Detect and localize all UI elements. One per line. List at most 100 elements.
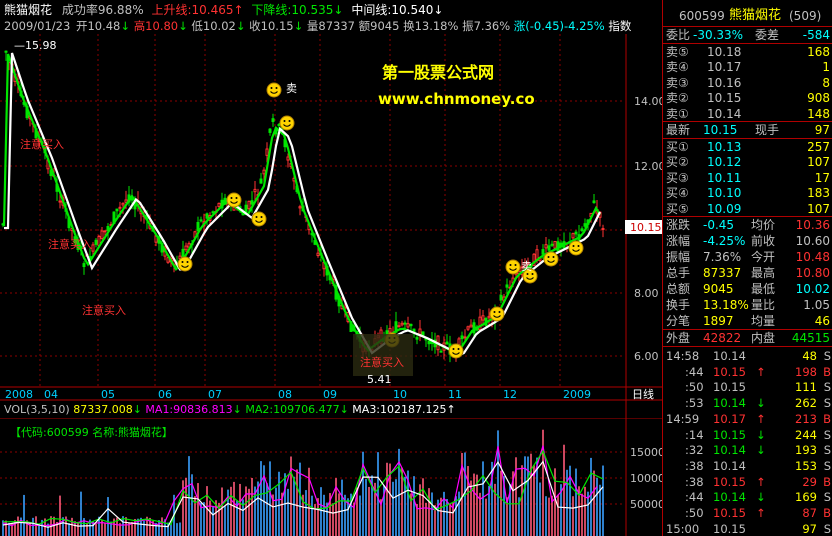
waipan-row: 外盘 42822 内盘 44515 [663,330,832,346]
time-axis-label: 2009 [563,388,591,401]
waipan-value: 42822 [703,331,742,345]
order-label: 买⑤ [666,201,689,216]
smiley-icon [279,115,295,131]
header-amount: 额9045 [358,19,400,33]
candle-body [571,233,575,239]
time-axis-label: 08 [278,388,292,401]
down-arrow-icon: ↓ [232,403,242,416]
smiley-icon [226,192,242,208]
candle-body [460,335,464,340]
stat-row: 分笔 1897 均量 46 [663,313,832,329]
vol-value: 87337.008 [73,403,133,416]
time-axis-label: 06 [158,388,172,401]
tick-volume: 169 [795,490,817,505]
candle-body [196,221,200,232]
candle-body [541,249,545,255]
tick-price: 10.15 [713,364,746,379]
candle-body [247,200,251,210]
price-axis-label: 14.00 [634,95,662,108]
vol-code-line: 【代码:600599 名称:熊猫烟花】 [10,425,173,439]
tick-time: :32 [685,443,704,458]
candle-body [400,322,404,326]
down-arrow-icon: ↓ [433,3,444,17]
tick-row: 15:00 10.15 97 S [663,521,832,536]
down-arrow-icon: ↓ [756,443,766,458]
xianshou-label: 现手 [755,123,780,137]
candle-body [103,230,107,233]
candle-body [481,315,485,321]
period-button[interactable]: 日线 [632,387,654,401]
volume-chart[interactable]: 【代码:600599 名称:熊猫烟花】 150000 100000 50000 [0,418,662,536]
tick-time: :53 [685,396,704,411]
down-arrow-icon: ↓ [132,403,142,416]
stat-label: 前收 [751,234,776,248]
upper-line-value: 上升线:10.465 [151,3,234,17]
tick-side: S [823,443,831,458]
tick-side: S [823,396,831,411]
stat-row: 总手 87337 最高 10.80 [663,265,832,281]
smiley-icon [505,259,521,275]
order-price: 10.15 [707,91,742,106]
tick-price: 10.15 [713,427,746,442]
candle-body [124,199,128,203]
high-marker: —15.98 [14,39,57,52]
tick-row: :44 10.15 ↑ 198 B [663,364,832,380]
tick-row: :44 10.14 ↓ 169 S [663,489,832,505]
order-volume: 8 [822,75,830,90]
low-marker: 5.41 [367,373,392,386]
tick-volume: 244 [795,427,817,442]
stat-label: 涨跌 [666,218,691,232]
time-axis-label: 04 [44,388,58,401]
stat-row: 振幅 7.36% 今开 10.48 [663,249,832,265]
tick-time: :44 [685,490,704,505]
order-volume: 1 [822,60,830,75]
time-axis-label: 09 [323,388,337,401]
header-turnover: 换13.18% [403,19,459,33]
sell-order-row: 卖① 10.14 148 [663,106,832,122]
tick-time: :50 [685,506,704,520]
candle-body [499,294,503,301]
candle-body [205,213,209,219]
vol-header: VOL(3,5,10) 87337.008↓ MA1:90836.813↓ MA… [4,403,456,416]
candle-body [592,200,596,204]
header-open: 开10.48 [75,19,121,33]
stat-value: 9045 [703,282,734,296]
tick-volume: 97 [802,521,817,536]
vol-axis-label: 50000 [630,498,662,511]
order-price: 10.17 [707,60,742,75]
stat-value: 46 [814,314,830,328]
tick-price: 10.15 [713,474,746,489]
order-price: 10.12 [707,155,742,170]
tick-time: :44 [685,364,704,379]
neipan-label: 内盘 [751,331,776,345]
candle-body [466,326,470,330]
sell-signal-label: 卖 [286,82,297,95]
order-price: 10.13 [707,140,742,154]
candle-body [550,243,554,246]
stock-name: 熊猫烟花 [4,3,53,17]
weicha-label: 委差 [755,28,780,42]
buy-order-row: 买⑤ 10.09 107 [663,201,832,217]
tick-price: 10.14 [713,443,746,458]
candle-body [415,337,419,340]
weibi-value: -30.33% [693,28,744,42]
time-axis-label: 12 [503,388,517,401]
vol-axis-label: 150000 [630,446,662,459]
stat-row: 换手 13.18% 量比 1.05 [663,297,832,313]
vol-label: VOL(3,5,10) [4,403,70,416]
vol-axis-label: 100000 [630,472,662,485]
weibi-row: 委比 -30.33% 委差 -584 [663,27,832,43]
candle-body [469,324,473,328]
candle-body [601,228,605,231]
buy-signal-label: 注意买入 [360,355,404,369]
tick-price: 10.15 [713,506,746,520]
chart-area[interactable]: 熊猫烟花 成功率96.88% 上升线:10.465↑ 下降线:10.535↓ 中… [0,0,662,536]
tick-side: S [823,380,831,395]
down-arrow-icon: ↓ [235,19,246,33]
order-price: 10.10 [707,186,742,201]
stat-value: 7.36% [703,250,742,264]
candle-body [583,223,587,227]
up-arrow-icon: ↑ [756,506,766,520]
candle-body [553,240,557,249]
latest-row: 最新 10.15 现手 97 [663,122,832,138]
